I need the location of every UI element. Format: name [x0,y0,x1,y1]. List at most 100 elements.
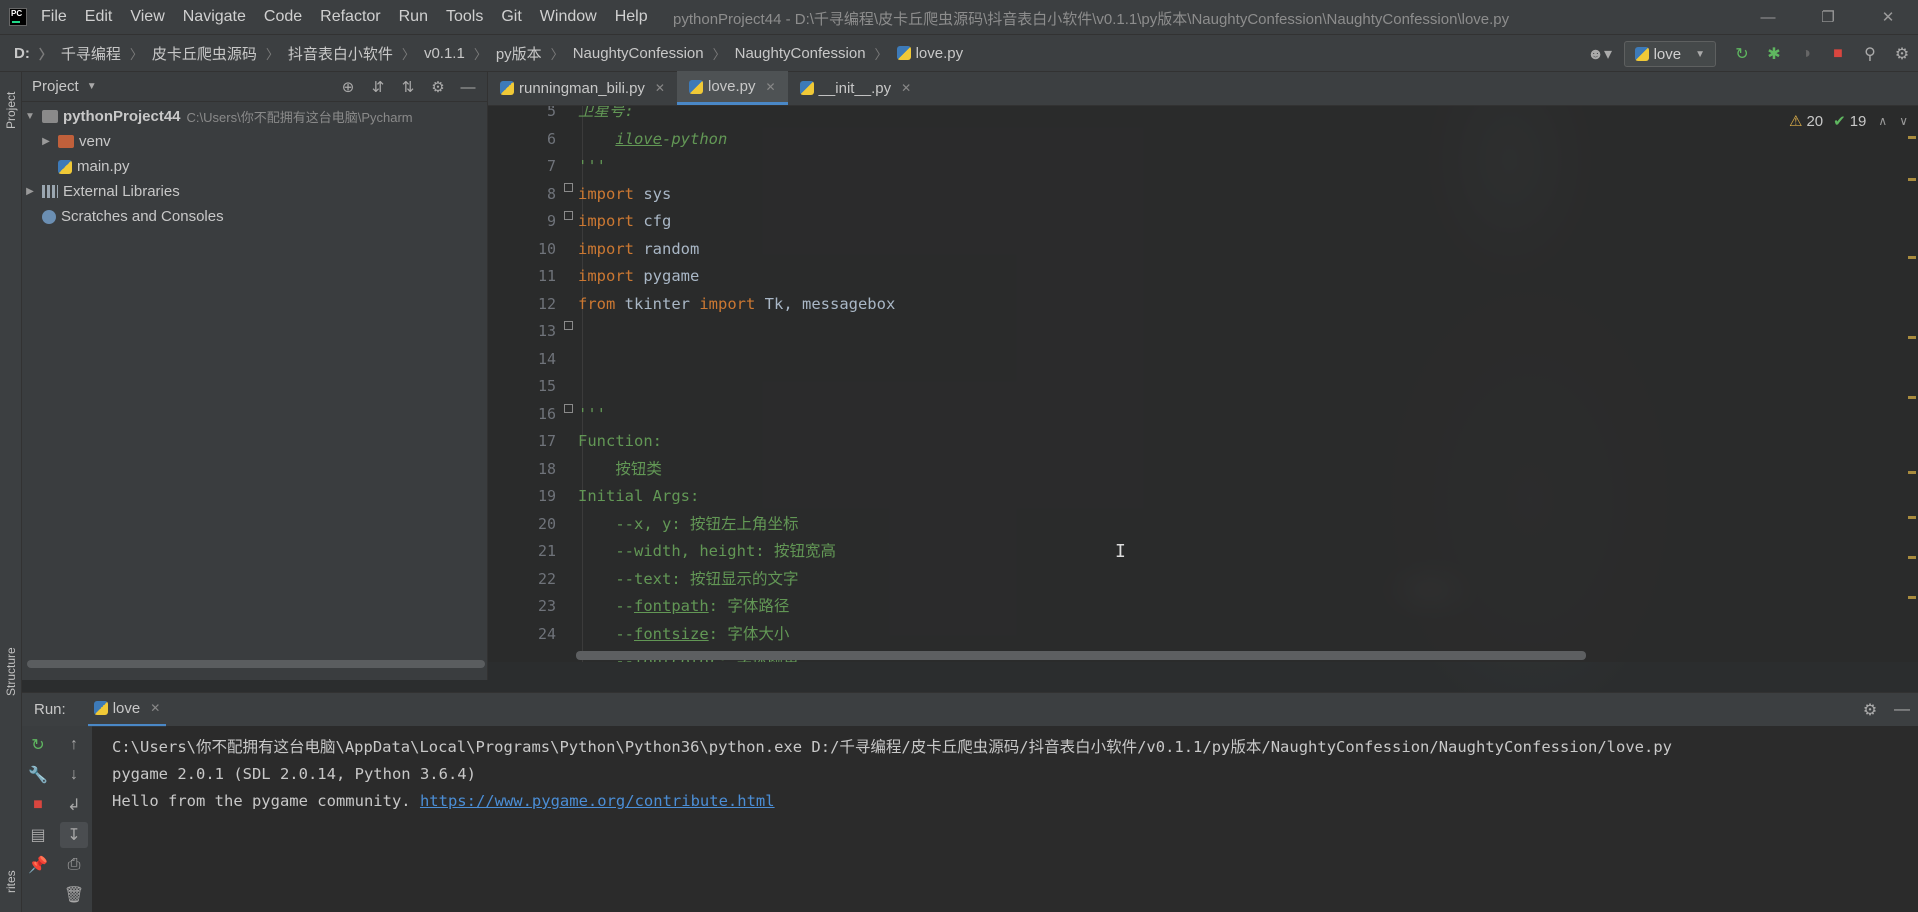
breadcrumb-item[interactable]: v0.1.1 〉 [424,44,496,63]
tool-window-favorites[interactable]: rites [0,862,22,902]
restore-icon[interactable]: ❐ [1798,0,1858,34]
error-stripe-marker[interactable] [1908,556,1916,559]
coverage-icon[interactable]: ◑ [1790,35,1822,73]
menu-tools[interactable]: Tools [446,8,483,26]
close-icon[interactable]: ✕ [766,80,776,94]
error-stripe-marker[interactable] [1908,471,1916,474]
code-line: 按钮类 [578,456,662,484]
error-stripe-marker[interactable] [1908,596,1916,599]
minimize-icon[interactable]: — [453,79,483,96]
run-console[interactable]: C:\Users\你不配拥有这台电脑\AppData\Local\Program… [92,726,1918,912]
close-icon[interactable]: ✕ [901,81,911,95]
error-stripe-marker[interactable] [1908,516,1916,519]
close-icon[interactable]: ✕ [1858,0,1918,34]
breadcrumb-item[interactable]: 抖音表白小软件〉 [288,43,424,64]
pin-icon[interactable]: 📌 [24,852,52,878]
up-arrow-icon[interactable]: ∧ [1878,114,1887,128]
run-tab-love[interactable]: love ✕ [87,693,167,727]
menu-refactor[interactable]: Refactor [320,8,380,26]
tab-love-py[interactable]: love.py ✕ [676,71,788,105]
inspection-widget[interactable]: ⚠ 20 ✔ 19 ∧ ∨ [1789,112,1908,131]
layout-icon[interactable]: ▤ [24,822,52,848]
fold-marker[interactable] [564,404,573,413]
console-link[interactable]: https://www.pygame.org/contribute.html [420,792,775,810]
tree-item-root[interactable]: ▼ pythonProject44 C:\Users\你不配拥有这台电脑\Pyc… [22,104,487,129]
breadcrumb-drive[interactable]: D: 〉 [14,44,61,63]
gear-icon[interactable]: ⚙ [423,78,453,96]
tool-window-structure[interactable]: Structure [0,632,22,712]
menu-code[interactable]: Code [264,8,302,26]
error-stripe-marker[interactable] [1908,178,1916,181]
breadcrumb-file[interactable]: love.py [896,45,963,62]
wrench-icon[interactable]: 🔧 [24,762,52,788]
menu-run[interactable]: Run [399,8,428,26]
locate-icon[interactable]: ⊕ [333,78,363,96]
breadcrumb-item[interactable]: 千寻编程〉 [61,43,152,64]
line-number: 19 [537,487,556,505]
code-token: ilove [615,129,662,148]
line-number: 20 [537,514,556,533]
chevron-down-icon[interactable]: ▼ [22,111,38,122]
folder-icon [58,135,74,148]
tree-item-venv[interactable]: ▶ venv [22,129,487,154]
tab-runningman-bili[interactable]: runningman_bili.py ✕ [488,71,677,105]
error-stripe-marker[interactable] [1908,396,1916,399]
stop-icon[interactable]: ■ [24,792,52,818]
breadcrumb-item[interactable]: NaughtyConfession 〉 [573,44,735,63]
text-cursor-icon: I [1115,541,1126,562]
tab-init-py[interactable]: __init__.py ✕ [788,71,924,105]
down-arrow-icon[interactable]: ↓ [60,762,88,788]
menu-git[interactable]: Git [501,8,521,26]
breadcrumb-item[interactable]: 皮卡丘爬虫源码〉 [152,43,288,64]
fold-marker[interactable] [564,211,573,220]
run-tab-label: love [112,699,141,717]
project-horizontal-scrollbar[interactable] [27,660,485,668]
menu-window[interactable]: Window [540,8,597,26]
chevron-right-icon[interactable]: ▶ [38,136,54,147]
soft-wrap-icon[interactable]: ↲ [60,792,88,818]
scroll-to-end-icon[interactable]: ↧ [60,822,88,848]
menu-bar: File Edit View Navigate Code Refactor Ru… [0,0,1918,34]
debug-icon[interactable]: ✱ [1758,35,1790,73]
minimize-icon[interactable]: — [1738,0,1798,34]
fold-marker[interactable] [564,321,573,330]
menu-help[interactable]: Help [615,8,648,26]
breadcrumb-item[interactable]: NaughtyConfession 〉 [735,44,897,63]
stop-icon[interactable]: ■ [1822,35,1854,73]
project-panel-header[interactable]: Project ▼ ⊕ ⇵ ⇅ ⚙ — [22,72,487,102]
down-arrow-icon[interactable]: ∨ [1899,114,1908,128]
tree-item-external-libraries[interactable]: ▶ External Libraries [22,179,487,204]
menu-view[interactable]: View [130,8,164,26]
collapse-all-icon[interactable]: ⇅ [393,78,423,96]
fold-marker[interactable] [564,183,573,192]
run-configuration-select[interactable]: love ▼ [1623,41,1716,67]
menu-file[interactable]: File [41,8,67,26]
close-icon[interactable]: ✕ [150,701,160,715]
error-stripe-marker[interactable] [1908,336,1916,339]
up-arrow-icon[interactable]: ↑ [60,732,88,758]
settings-icon[interactable]: ⚙ [1886,35,1918,73]
gear-icon[interactable]: ⚙ [1854,691,1886,729]
rerun-icon[interactable]: ↻ [1726,35,1758,73]
code-editor[interactable]: 4 5 6 7 8 9 10 11 12 13 14 15 16 17 18 1… [488,106,1918,662]
rerun-icon[interactable]: ↻ [24,732,52,758]
chevron-right-icon[interactable]: ▶ [22,186,38,197]
code-token: -python [662,129,728,148]
error-stripe-marker[interactable] [1908,136,1916,139]
tree-item-main-py[interactable]: main.py [22,154,487,179]
trash-icon[interactable]: 🗑 [60,882,88,908]
expand-all-icon[interactable]: ⇵ [363,78,393,96]
print-icon[interactable]: ⎙ [60,852,88,878]
menu-edit[interactable]: Edit [85,8,113,26]
tree-item-scratches[interactable]: Scratches and Consoles [22,204,487,229]
close-icon[interactable]: ✕ [655,81,665,95]
tool-window-project[interactable]: Project [0,80,22,140]
breadcrumb-item[interactable]: py版本〉 [496,43,573,64]
code-line: --x, y: 按钮左上角坐标 [578,511,798,539]
search-icon[interactable]: ⚲ [1854,35,1886,73]
editor-horizontal-scrollbar[interactable] [576,651,1586,660]
user-icon[interactable]: ☻▾ [1584,35,1616,73]
error-stripe-marker[interactable] [1908,256,1916,259]
menu-navigate[interactable]: Navigate [183,8,246,26]
minimize-icon[interactable]: — [1886,691,1918,729]
